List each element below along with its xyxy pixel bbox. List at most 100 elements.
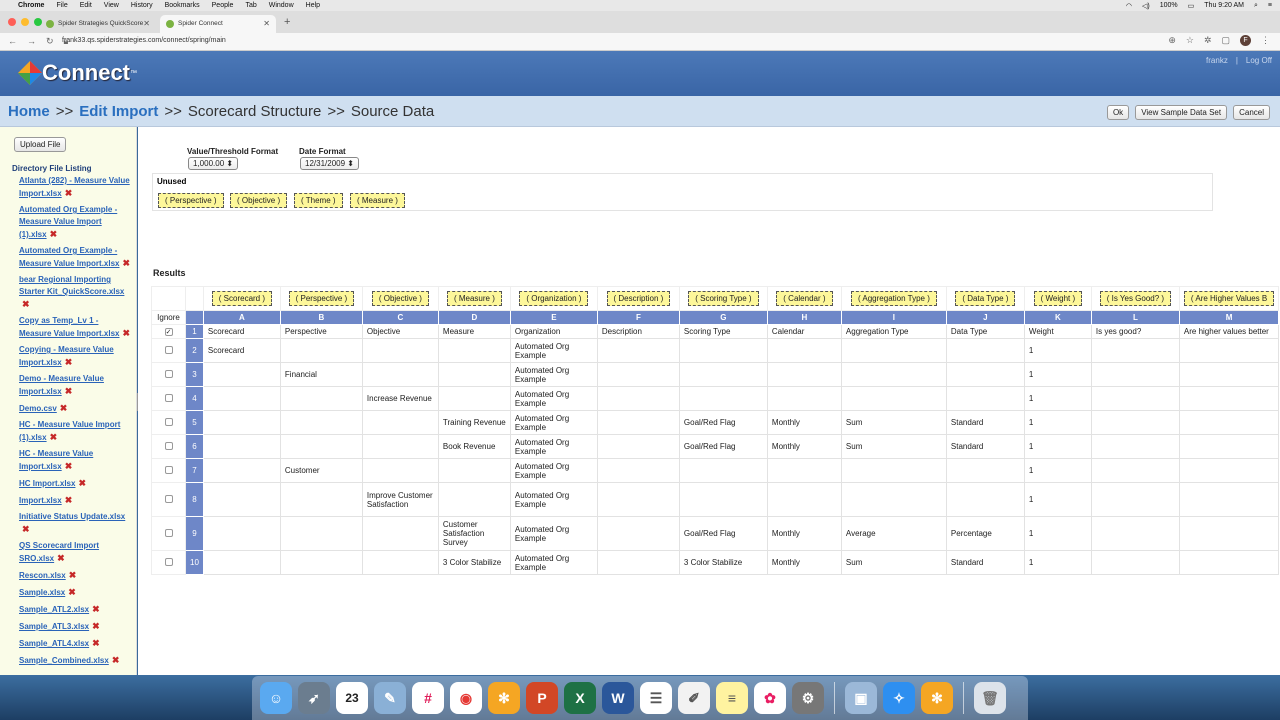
ok-button[interactable]: Ok (1106, 105, 1130, 120)
close-tab-icon[interactable]: ✕ (263, 19, 270, 28)
volume-icon[interactable]: ◁) (1142, 2, 1150, 10)
menu-list-icon[interactable]: ≡ (1268, 2, 1272, 9)
forward-icon[interactable]: → (27, 36, 36, 47)
zoom-icon[interactable]: ⊕ (1168, 35, 1176, 46)
file-link[interactable]: Demo - Measure Value Import.xlsx (19, 374, 104, 396)
value-format-select[interactable]: 1,000.00 ⬍ (188, 157, 239, 170)
preview-icon[interactable]: ✎ (374, 682, 406, 714)
launchpad-icon[interactable]: ➶ (298, 682, 330, 714)
column-mapping-chip[interactable]: ( Organization ) (519, 291, 589, 306)
column-mapping-chip[interactable]: ( Is Yes Good? ) (1099, 291, 1172, 306)
ignore-checkbox[interactable] (164, 393, 173, 402)
file-link[interactable]: Import.xlsx (19, 496, 62, 505)
column-mapping-chip[interactable]: ( Are Higher Values B (1183, 291, 1275, 306)
breadcrumb-edit-import[interactable]: Edit Import (79, 103, 158, 120)
file-link[interactable]: Automated Org Example - Measure Value Im… (19, 246, 120, 268)
profile-avatar[interactable]: F (1240, 35, 1251, 46)
logout-link[interactable]: Log Off (1246, 56, 1272, 65)
close-window-icon[interactable] (8, 18, 16, 26)
chrome-icon[interactable]: ◉ (450, 682, 482, 714)
column-mapping-chip[interactable]: ( Aggregation Type ) (850, 291, 937, 306)
new-tab-icon[interactable]: + (284, 16, 290, 28)
word-icon[interactable]: W (602, 682, 634, 714)
delete-file-icon[interactable]: ✖ (112, 654, 120, 666)
ignore-checkbox[interactable] (164, 441, 173, 450)
delete-file-icon[interactable]: ✖ (92, 620, 100, 632)
file-link[interactable]: Sample_ATL3.xlsx (19, 622, 89, 631)
file-link[interactable]: Sample.xlsx (19, 588, 65, 597)
delete-file-icon[interactable]: ✖ (68, 586, 76, 598)
url-field[interactable]: frank33.qs.spiderstrategies.com/connect/… (62, 37, 226, 44)
column-mapping-chip[interactable]: ( Objective ) (371, 291, 429, 306)
ignore-checkbox[interactable]: ✓ (164, 328, 173, 336)
column-mapping-chip[interactable]: ( Scorecard ) (211, 291, 273, 306)
battery-percent[interactable]: 100% (1160, 2, 1178, 9)
delete-file-icon[interactable]: ✖ (123, 257, 131, 269)
file-link[interactable]: Initiative Status Update.xlsx (19, 512, 125, 521)
delete-file-icon[interactable]: ✖ (78, 477, 86, 489)
file-link[interactable]: Sample_ATL2.xlsx (19, 605, 89, 614)
menu-help[interactable]: Help (306, 2, 320, 9)
menu-tab[interactable]: Tab (245, 2, 256, 9)
reload-icon[interactable]: ↻ (46, 36, 54, 47)
ignore-checkbox[interactable] (164, 465, 173, 474)
delete-file-icon[interactable]: ✖ (50, 228, 58, 240)
column-mapping-chip[interactable]: ( Perspective ) (288, 291, 355, 306)
slack-icon[interactable]: # (412, 682, 444, 714)
column-mapping-chip[interactable]: ( Measure ) (446, 291, 502, 306)
delete-file-icon[interactable]: ✖ (92, 603, 100, 615)
unused-area[interactable]: Unused ( Perspective ) ( Objective ) ( T… (152, 173, 1213, 211)
ignore-checkbox[interactable] (164, 417, 173, 426)
column-mapping-chip[interactable]: ( Scoring Type ) (688, 291, 759, 306)
trash-icon[interactable]: 🗑︎ (974, 682, 1006, 714)
menu-people[interactable]: People (212, 2, 234, 9)
file-link[interactable]: Rescon.xlsx (19, 571, 66, 580)
delete-file-icon[interactable]: ✖ (60, 402, 68, 414)
delete-file-icon[interactable]: ✖ (65, 356, 73, 368)
delete-file-icon[interactable]: ✖ (50, 431, 58, 443)
search-icon[interactable]: ⌕ (1254, 2, 1258, 10)
connect-logo[interactable]: Connect ™ (16, 59, 137, 87)
powerpoint-icon[interactable]: P (526, 682, 558, 714)
cancel-button[interactable]: Cancel (1233, 105, 1270, 120)
extension-icon[interactable]: ✲ (1204, 35, 1212, 46)
column-mapping-chip[interactable]: ( Weight ) (1033, 291, 1083, 306)
bookmark-star-icon[interactable]: ☆ (1186, 35, 1194, 46)
username-link[interactable]: frankz (1206, 56, 1228, 65)
textedit-icon[interactable]: ✐ (678, 682, 710, 714)
minimize-window-icon[interactable] (21, 18, 29, 26)
ignore-checkbox[interactable] (164, 557, 173, 566)
file-link[interactable]: Demo.csv (19, 404, 57, 413)
file-link[interactable]: Sample_ATL4.xlsx (19, 639, 89, 648)
calendar-icon[interactable]: 23 (336, 682, 368, 714)
column-mapping-chip[interactable]: ( Description ) (606, 291, 671, 306)
delete-file-icon[interactable]: ✖ (65, 460, 73, 472)
delete-file-icon[interactable]: ✖ (92, 637, 100, 649)
chip-perspective[interactable]: ( Perspective ) (158, 193, 224, 208)
file-link[interactable]: Automated Org Example - Measure Value Im… (19, 205, 117, 239)
file-link[interactable]: Sample_Combined.xlsx (19, 656, 109, 665)
photos-icon[interactable]: ✿ (754, 682, 786, 714)
ignore-checkbox[interactable] (164, 528, 173, 537)
delete-file-icon[interactable]: ✖ (57, 552, 65, 564)
notes-icon[interactable]: ≡ (716, 682, 748, 714)
clock[interactable]: Thu 9:20 AM (1204, 2, 1244, 9)
delete-file-icon[interactable]: ✖ (22, 298, 30, 310)
quickscore-icon[interactable]: ✻ (488, 682, 520, 714)
delete-file-icon[interactable]: ✖ (123, 327, 131, 339)
column-mapping-chip[interactable]: ( Data Type ) (955, 291, 1016, 306)
system-preferences-icon[interactable]: ⚙ (792, 682, 824, 714)
tab-quickscore[interactable]: Spider Strategies QuickScore ✕ (40, 15, 156, 33)
close-tab-icon[interactable]: ✕ (143, 19, 150, 28)
chrome-menu-icon[interactable]: ⋮ (1261, 35, 1270, 46)
breadcrumb-home[interactable]: Home (8, 103, 50, 120)
menu-history[interactable]: History (131, 2, 153, 9)
screenshot-icon[interactable]: ▣ (845, 682, 877, 714)
file-link[interactable]: HC - Measure Value Import (1).xlsx (19, 420, 120, 442)
menu-file[interactable]: File (56, 2, 67, 9)
menu-bookmarks[interactable]: Bookmarks (165, 2, 200, 9)
delete-file-icon[interactable]: ✖ (69, 569, 77, 581)
quickscore-2-icon[interactable]: ✻ (921, 682, 953, 714)
ignore-checkbox[interactable] (164, 369, 173, 378)
chip-theme[interactable]: ( Theme ) (294, 193, 343, 208)
